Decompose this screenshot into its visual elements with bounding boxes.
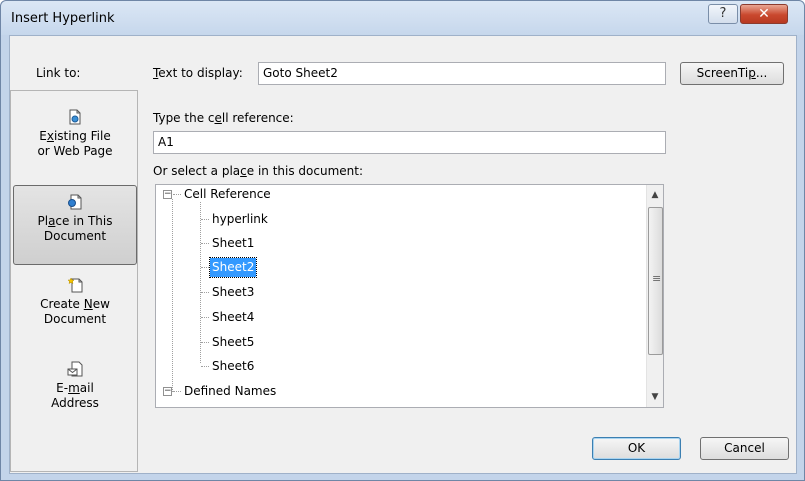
scroll-up-arrow-icon[interactable]: ▲	[647, 187, 663, 203]
place-select-label: Or select a place in this document:	[153, 164, 363, 178]
existing-file-first: E	[39, 129, 47, 143]
ok-button[interactable]: OK	[592, 437, 681, 460]
scrollbar-thumb[interactable]: ≡	[648, 207, 663, 355]
link-to-existing-file[interactable]: Existing File or Web Page	[13, 101, 137, 181]
existing-file-line1: isting File	[53, 129, 111, 143]
help-button[interactable]: ?	[708, 4, 738, 24]
text-to-display-label: Text to display:	[153, 66, 243, 80]
create-doc-pre: Create	[40, 297, 84, 311]
email-pre: E-	[56, 381, 69, 395]
tree-group-defined-names[interactable]: − Defined Names	[156, 382, 636, 401]
tree-item-sheet3[interactable]: Sheet3	[156, 283, 636, 302]
document-place-tree[interactable]: − Cell Reference hyperlink Sheet1 Sheet2…	[155, 184, 664, 408]
place-doc-line2: Document	[43, 229, 107, 243]
email-line2: Address	[51, 396, 99, 410]
tree-item-sheet1[interactable]: Sheet1	[156, 234, 636, 253]
cell-reference-input[interactable]: A1	[153, 131, 666, 154]
existing-file-icon	[69, 109, 81, 125]
cell-reference-label: Type the cell reference:	[153, 111, 294, 125]
dialog-title: Insert Hyperlink	[11, 11, 115, 26]
create-doc-line1: ew	[92, 297, 110, 311]
create-doc-line2: Document	[43, 312, 107, 326]
place-in-document-icon	[68, 194, 82, 210]
tree-item-sheet5[interactable]: Sheet5	[156, 333, 636, 352]
insert-hyperlink-dialog: Insert Hyperlink ? ✕ Link to: Existing F…	[0, 0, 805, 481]
link-to-create-new-document[interactable]: Create New Document	[13, 269, 137, 349]
link-to-panel: Existing File or Web Page Place in This …	[10, 90, 138, 472]
existing-file-accel: x	[46, 129, 54, 143]
place-doc-line1: ce in This	[55, 214, 113, 228]
tree-vertical-scrollbar[interactable]: ▲ ≡ ▼	[646, 185, 663, 407]
tree-group-label: Cell Reference	[184, 187, 271, 201]
email-line1: ail	[79, 381, 94, 395]
selected-sheet-label: Sheet2	[208, 257, 258, 278]
create-doc-accel: N	[83, 297, 93, 311]
text-to-display-input[interactable]: Goto Sheet2	[258, 62, 666, 85]
close-icon: ✕	[758, 6, 770, 22]
dialog-body: Link to: Existing File or Web Page Place…	[9, 35, 797, 474]
tree-item-sheet4[interactable]: Sheet4	[156, 308, 636, 327]
collapse-icon[interactable]: −	[163, 387, 172, 396]
email-accel: m	[68, 381, 80, 395]
email-address-icon	[67, 361, 83, 377]
scroll-grip-icon: ≡	[652, 272, 662, 285]
place-doc-pre: Pl	[37, 214, 49, 228]
tree-group-cell-reference[interactable]: − Cell Reference	[156, 185, 636, 204]
tree-item-sheet6[interactable]: Sheet6	[156, 357, 636, 376]
create-new-document-icon	[67, 277, 83, 293]
tree-item-hyperlink[interactable]: hyperlink	[156, 210, 636, 229]
link-to-place-in-document[interactable]: Place in This Document	[13, 185, 137, 265]
link-to-email-address[interactable]: E-mail Address	[13, 353, 137, 433]
collapse-icon[interactable]: −	[163, 190, 172, 199]
scroll-down-arrow-icon[interactable]: ▼	[647, 389, 663, 405]
screentip-button[interactable]: ScreenTip...	[680, 62, 784, 85]
close-button[interactable]: ✕	[740, 4, 788, 24]
cancel-button[interactable]: Cancel	[700, 437, 789, 460]
help-icon: ?	[719, 6, 727, 21]
title-bar[interactable]: Insert Hyperlink ? ✕	[1, 1, 804, 35]
tree-group-label: Defined Names	[184, 384, 277, 398]
link-to-label: Link to:	[36, 66, 81, 80]
existing-file-line2: or Web Page	[37, 144, 113, 158]
tree-item-sheet2[interactable]: Sheet2	[156, 257, 636, 278]
